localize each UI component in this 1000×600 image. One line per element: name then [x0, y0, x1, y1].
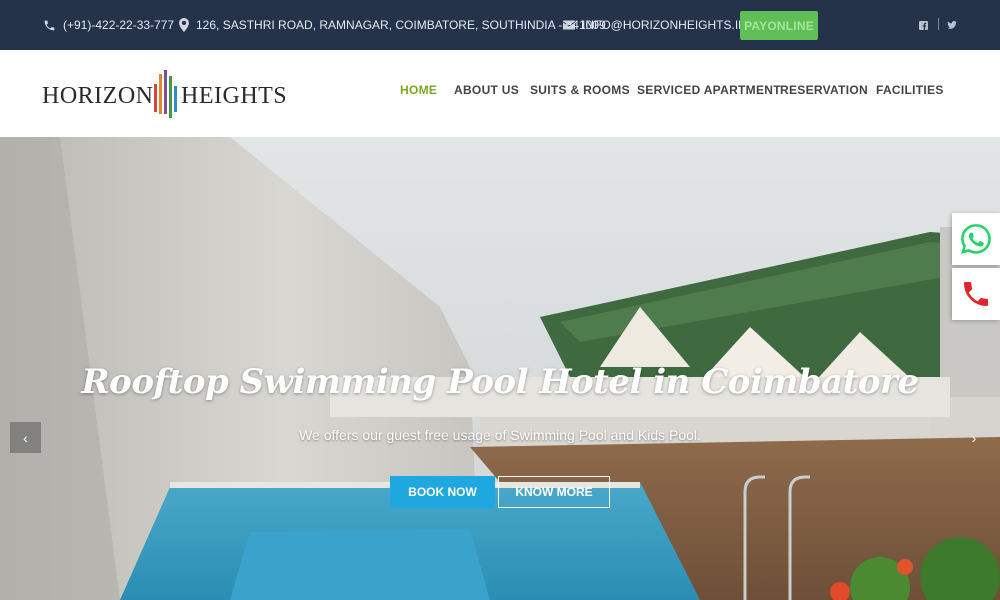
slider-prev-button[interactable]: ‹ [10, 422, 41, 453]
twitter-icon [947, 21, 957, 29]
top-bar: (+91)-422-22-33-777 126, SASTHRI ROAD, R… [0, 0, 1000, 50]
logo-text-right: HEIGHTS [181, 83, 288, 109]
facebook-icon [919, 20, 928, 30]
nav-reservation[interactable]: RESERVATION [780, 83, 868, 97]
site-logo[interactable]: HORIZON HEIGHTS [42, 70, 287, 118]
contact-phone[interactable]: (+91)-422-22-33-777 [43, 0, 174, 50]
phone-number: (+91)-422-22-33-777 [63, 18, 175, 32]
know-more-button[interactable]: KNOW MORE [498, 476, 610, 508]
hero-slider: Rooftop Swimming Pool Hotel in Coimbator… [0, 137, 1000, 600]
call-button[interactable] [952, 268, 1000, 320]
phone-icon [44, 20, 55, 30]
nav-about-us[interactable]: ABOUT US [454, 83, 519, 97]
nav-facilities[interactable]: FACILITIES [876, 83, 944, 97]
contact-email[interactable]: INFO@HORIZONHEIGHTS.IN [563, 0, 747, 50]
map-marker-icon [179, 18, 189, 32]
slider-next-button[interactable]: › [964, 428, 984, 448]
hero-subtitle: We offers our guest free usage of Swimmi… [299, 427, 701, 443]
contact-address: 126, SASTHRI ROAD, RAMNAGAR, COIMBATORE,… [179, 0, 606, 50]
hero-title: Rooftop Swimming Pool Hotel in Coimbator… [81, 362, 919, 402]
envelope-icon [563, 20, 575, 30]
email-text: INFO@HORIZONHEIGHTS.IN [582, 18, 747, 32]
address-text: 126, SASTHRI ROAD, RAMNAGAR, COIMBATORE,… [196, 18, 606, 32]
nav-home[interactable]: HOME [400, 83, 437, 97]
logo-bars-mark [154, 70, 177, 118]
book-now-button[interactable]: BOOK NOW [390, 476, 495, 508]
phone-icon [964, 282, 988, 306]
nav-serviced-apartment[interactable]: SERVICED APARTMENT [637, 83, 781, 97]
chevron-left-icon: ‹ [23, 429, 28, 446]
twitter-link[interactable] [947, 0, 957, 50]
site-header: HORIZON HEIGHTS HOME ABOUT US SUITS & RO… [0, 50, 1000, 137]
whatsapp-icon [961, 224, 991, 254]
chevron-right-icon: › [971, 430, 977, 446]
social-divider [938, 18, 939, 30]
logo-text-left: HORIZON [42, 83, 154, 109]
facebook-link[interactable] [919, 0, 928, 50]
pay-online-button[interactable]: PAYONLINE [740, 11, 818, 40]
whatsapp-button[interactable] [952, 213, 1000, 265]
nav-suits-rooms[interactable]: SUITS & ROOMS [530, 83, 630, 97]
